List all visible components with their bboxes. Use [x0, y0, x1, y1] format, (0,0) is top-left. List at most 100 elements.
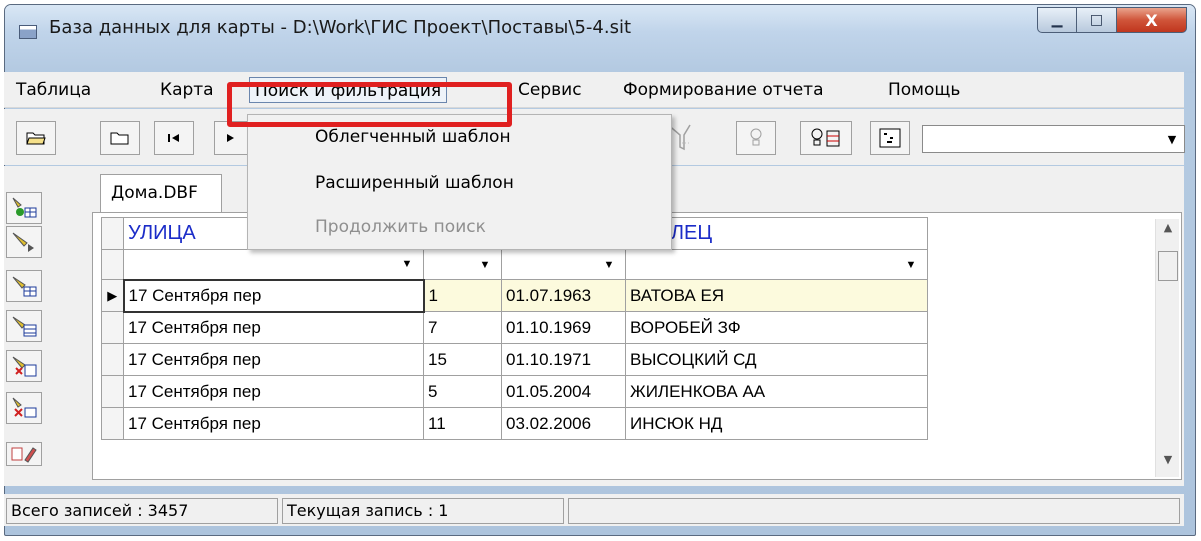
- row-indicator: [101, 311, 124, 344]
- add-record-icon: [12, 197, 37, 218]
- cell-street[interactable]: 17 Сентября пер: [123, 375, 424, 408]
- toolbar-combo[interactable]: ▼: [922, 125, 1185, 153]
- table-row[interactable]: ▶ 17 Сентября пер 1 01.07.1963 ВАТОВА ЕЯ: [101, 278, 928, 313]
- minimize-button[interactable]: ▁: [1037, 7, 1077, 33]
- cell-street[interactable]: 17 Сентября пер: [123, 311, 424, 344]
- cell-date[interactable]: 01.10.1971: [501, 343, 626, 376]
- menu-item-continue-search: Продолжить поиск: [315, 217, 486, 237]
- menu-table[interactable]: Таблица: [10, 77, 97, 103]
- select-table-icon: [12, 276, 37, 297]
- status-extra: [568, 498, 1180, 524]
- coordinates-icon: [879, 128, 901, 148]
- edit-record-icon: [11, 447, 37, 463]
- scroll-down-icon[interactable]: ▼: [1156, 453, 1180, 475]
- current-row-icon: ▶: [101, 279, 124, 312]
- row-indicator: [101, 249, 124, 280]
- table-row[interactable]: 17 Сентября пер 11 03.02.2006 ИНСЮК НД: [101, 407, 928, 440]
- row-indicator: [101, 407, 124, 440]
- chevron-down-icon[interactable]: ▼: [397, 253, 417, 275]
- menu-help[interactable]: Помощь: [882, 77, 966, 103]
- filter-number[interactable]: ▼: [423, 249, 502, 280]
- cell-number[interactable]: 15: [423, 343, 502, 376]
- select-rows-button[interactable]: [6, 310, 42, 342]
- menu-report[interactable]: Формирование отчета: [617, 77, 829, 103]
- chevron-down-icon[interactable]: ▼: [901, 254, 921, 276]
- row-indicator: [101, 375, 124, 408]
- cell-number[interactable]: 1: [423, 279, 502, 312]
- chevron-down-icon[interactable]: ▼: [475, 254, 495, 276]
- cell-date[interactable]: 03.02.2006: [501, 407, 626, 440]
- close-icon: X: [1145, 10, 1158, 30]
- menu-item-extended-template[interactable]: Расширенный шаблон: [315, 167, 514, 199]
- scroll-up-icon[interactable]: ▲: [1156, 221, 1180, 243]
- cell-street[interactable]: 17 Сентября пер: [123, 407, 424, 440]
- delete-selection-icon: [12, 356, 37, 377]
- filter-date[interactable]: ▼: [501, 249, 626, 280]
- cell-owner[interactable]: ИНСЮК НД: [625, 407, 928, 440]
- cell-owner[interactable]: ЖИЛЕНКОВА АА: [625, 375, 928, 408]
- open-folder-button[interactable]: [16, 121, 56, 155]
- side-toolbar: [4, 166, 82, 486]
- first-record-icon: [168, 134, 179, 142]
- menu-bar: Таблица Карта Поиск и фильтрация Сервис …: [4, 72, 1184, 108]
- cell-date[interactable]: 01.05.2004: [501, 375, 626, 408]
- tab-houses[interactable]: Дома.DBF: [100, 174, 222, 212]
- maximize-button[interactable]: □: [1077, 7, 1117, 33]
- bulb-table-button[interactable]: [800, 121, 852, 155]
- filter-street[interactable]: ▼: [123, 249, 424, 280]
- cell-owner[interactable]: ВОРОБЕЙ ЗФ: [625, 311, 928, 344]
- status-bar: Всего записей : 3457 Текущая запись : 1: [4, 494, 1184, 526]
- cell-date[interactable]: 01.07.1963: [501, 279, 626, 312]
- status-current-record: Текущая запись : 1: [282, 498, 564, 524]
- row-indicator: [101, 217, 124, 250]
- delete-selection-button[interactable]: [6, 350, 42, 382]
- delete-record-icon: [12, 397, 37, 418]
- edit-record-button[interactable]: [6, 442, 42, 466]
- chevron-down-icon[interactable]: ▼: [599, 254, 619, 276]
- open-folder-icon: [26, 132, 46, 145]
- select-rows-icon: [12, 316, 37, 337]
- first-record-button[interactable]: [154, 121, 194, 155]
- cell-owner[interactable]: ВЫСОЦКИЙ СД: [625, 343, 928, 376]
- cell-number[interactable]: 7: [423, 311, 502, 344]
- maximize-icon: □: [1089, 12, 1104, 28]
- coordinates-button[interactable]: [870, 121, 910, 155]
- cell-number[interactable]: 11: [423, 407, 502, 440]
- menu-highlight-frame: [227, 82, 512, 127]
- cell-date[interactable]: 01.10.1969: [501, 311, 626, 344]
- add-record-button[interactable]: [6, 192, 42, 224]
- table-row[interactable]: 17 Сентября пер 7 01.10.1969 ВОРОБЕЙ ЗФ: [101, 311, 928, 344]
- cell-owner[interactable]: ВАТОВА ЕЯ: [625, 279, 928, 312]
- delete-record-button[interactable]: [6, 392, 42, 424]
- vertical-scrollbar[interactable]: ▲ ▼: [1155, 219, 1179, 477]
- folder-button[interactable]: [100, 121, 140, 155]
- prev-record-icon: [227, 134, 234, 142]
- app-icon: [19, 25, 37, 39]
- bulb-table-icon: [811, 128, 840, 147]
- minimize-icon: ▁: [1051, 12, 1063, 28]
- window-title: База данных для карты - D:\Work\ГИС Прое…: [49, 17, 632, 38]
- goto-record-button[interactable]: [6, 226, 42, 258]
- goto-record-icon: [12, 232, 34, 252]
- folder-icon: [110, 132, 129, 145]
- scroll-thumb[interactable]: [1158, 251, 1178, 281]
- filter-owner[interactable]: ▼: [625, 249, 928, 280]
- close-button[interactable]: X: [1117, 7, 1187, 33]
- bulb-icon: [750, 128, 762, 146]
- chevron-down-icon[interactable]: ▼: [1162, 128, 1182, 150]
- cell-number[interactable]: 5: [423, 375, 502, 408]
- title-bar[interactable]: База данных для карты - D:\Work\ГИС Прое…: [5, 5, 1195, 73]
- data-grid: УЛИЦА АДЕЛЕЦ ▼ ▼ ▼ ▼ ▶ 17 Сентября пер 1…: [92, 212, 1182, 480]
- menu-map[interactable]: Карта: [154, 77, 220, 103]
- cell-street[interactable]: 17 Сентября пер: [123, 343, 424, 376]
- search-filter-dropdown: Облегченный шаблон Расширенный шаблон Пр…: [247, 114, 672, 250]
- row-indicator: [101, 343, 124, 376]
- status-total-records: Всего записей : 3457: [6, 498, 278, 524]
- menu-service[interactable]: Сервис: [512, 77, 588, 103]
- cell-street[interactable]: 17 Сентября пер: [122, 278, 425, 313]
- filter-row: ▼ ▼ ▼ ▼: [101, 249, 928, 280]
- table-row[interactable]: 17 Сентября пер 5 01.05.2004 ЖИЛЕНКОВА А…: [101, 375, 928, 408]
- bulb-button[interactable]: [736, 121, 776, 155]
- table-row[interactable]: 17 Сентября пер 15 01.10.1971 ВЫСОЦКИЙ С…: [101, 343, 928, 376]
- select-table-button[interactable]: [6, 270, 42, 302]
